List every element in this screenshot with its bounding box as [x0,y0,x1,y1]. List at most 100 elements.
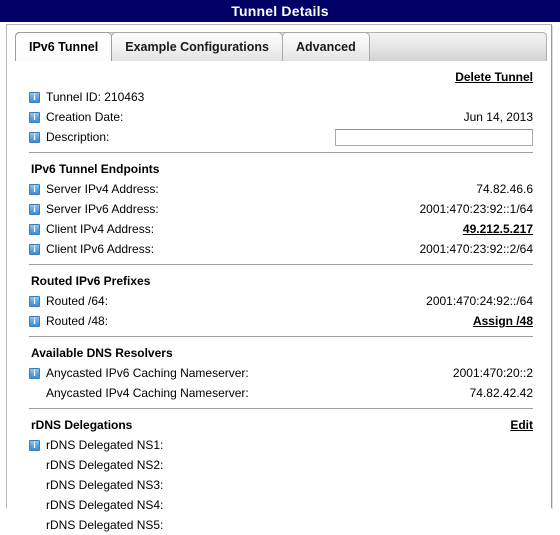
main-panel: IPv6 Tunnel Example Configurations Advance… [6,24,552,508]
section-rdns-delegations: rDNS DelegationsEditrDNS Delegated NS1:r… [29,408,533,535]
section-ipv6-tunnel-endpoints: IPv6 Tunnel Endpoints Server IPv4 Address… [29,152,533,259]
edit-link[interactable]: Edit [510,418,533,432]
tunnel-details-window: Tunnel Details IPv6 Tunnel Example Config… [0,0,560,514]
ipv6-part: 92 [490,242,503,256]
label-text: rDNS Delegated NS4: [46,498,163,512]
row-label-rdns-ns1: rDNS Delegated NS1: [29,438,163,452]
window-title: Tunnel Details [231,3,328,19]
row-client-ipv6-address: Client IPv6 Address: 2001:470:23:92::2/64 [29,239,533,259]
delete-tunnel-link[interactable]: Delete Tunnel [455,70,533,84]
label-text: rDNS Delegated NS5: [46,518,163,532]
ipv6-part: 23 [473,242,486,256]
tab-ipv6-tunnel[interactable]: IPv6 Tunnel [15,32,112,61]
section-title-text: Available DNS Resolvers [31,346,173,360]
tab-label: Example Configurations [125,40,269,54]
row-label-anycast-ipv4-nameserver: Anycasted IPv4 Caching Nameserver: [29,386,249,400]
info-icon[interactable] [29,92,40,103]
label-text: Description: [46,130,109,144]
section-title-text: Routed IPv6 Prefixes [31,274,150,288]
row-label-anycast-ipv6-nameserver: Anycasted IPv6 Caching Nameserver: [29,366,249,380]
routed-48-link[interactable]: Assign /48 [473,314,533,328]
ipv6-part: 470 [450,202,470,216]
label-text: rDNS Delegated NS1: [46,438,163,452]
ipv6-part: 92 [490,202,503,216]
tab-label: Advanced [296,40,356,54]
row-label-routed-64: Routed /64: [29,294,108,308]
tab-advanced[interactable]: Advanced [282,32,370,61]
row-label-rdns-ns2: rDNS Delegated NS2: [29,458,163,472]
row-value-routed-64[interactable]: 2001:470:24:92::/64 [426,294,533,308]
row-tunnel-id: Tunnel ID: 210463 [29,87,533,107]
ipv6-part: 470 [450,242,470,256]
section-title-text: IPv6 Tunnel Endpoints [31,162,159,176]
ipv6-part: 2001 [419,202,446,216]
label-text: Creation Date: [46,110,123,124]
row-client-ipv4-address: Client IPv4 Address: 49.212.5.217 [29,219,533,239]
info-icon[interactable] [29,316,40,327]
section-header-available-dns-resolvers: Available DNS Resolvers [29,342,533,363]
info-icon[interactable] [29,132,40,143]
section-header-routed-ipv6-prefixes: Routed IPv6 Prefixes [29,270,533,291]
row-server-ipv4-address: Server IPv4 Address:74.82.46.6 [29,179,533,199]
label-text: Routed /64: [46,294,108,308]
row-routed-64: Routed /64: 2001:470:24:92::/64 [29,291,533,311]
row-value-server-ipv6-address[interactable]: 2001:470:23:92::1/64 [419,202,533,216]
row-value-anycast-ipv6-nameserver: 2001:470:20::2 [453,366,533,380]
row-label-server-ipv6-address: Server IPv6 Address: [29,202,159,216]
section-tunnel-info: Delete Tunnel Tunnel ID: 210463 Creation D… [29,61,533,147]
row-label-routed-48: Routed /48: [29,314,108,328]
tab-example-configurations[interactable]: Example Configurations [111,32,283,61]
row-label-rdns-ns3: rDNS Delegated NS3: [29,478,163,492]
description-input[interactable] [335,129,533,146]
row-label-client-ipv6-address: Client IPv6 Address: [29,242,154,256]
row-label-client-ipv4-address: Client IPv4 Address: [29,222,154,236]
row-server-ipv6-address: Server IPv6 Address: 2001:470:23:92::1/64 [29,199,533,219]
info-icon[interactable] [29,184,40,195]
ipv6-part: 92 [496,294,509,308]
row-rdns-ns3: rDNS Delegated NS3: [29,475,533,495]
info-icon[interactable] [29,204,40,215]
row-value-anycast-ipv4-nameserver: 74.82.42.42 [470,386,533,400]
row-label-rdns-ns5: rDNS Delegated NS5: [29,518,163,532]
row-rdns-ns1: rDNS Delegated NS1: [29,435,533,455]
ipv6-part: 2001 [426,294,453,308]
row-rdns-ns2: rDNS Delegated NS2: [29,455,533,475]
row-label-server-ipv4-address: Server IPv4 Address: [29,182,159,196]
row-value-client-ipv4-address[interactable]: 49.212.5.217 [463,222,533,236]
ipv6-part: 2/64 [510,242,533,256]
row-creation-date: Creation Date: Jun 14, 2013 [29,107,533,127]
tab-label: IPv6 Tunnel [29,40,98,54]
section-header-ipv6-tunnel-endpoints: IPv6 Tunnel Endpoints [29,158,533,179]
section-routed-ipv6-prefixes: Routed IPv6 Prefixes Routed /64: 2001:470:… [29,264,533,331]
row-value-client-ipv6-address[interactable]: 2001:470:23:92::2/64 [419,242,533,256]
info-icon[interactable] [29,224,40,235]
info-icon[interactable] [29,440,40,451]
ipv6-part: /64 [516,294,533,308]
section-header-tunnel-info: Delete Tunnel [29,66,533,87]
window-titlebar: Tunnel Details [0,0,560,22]
ipv6-part: 1/64 [510,202,533,216]
label-text: rDNS Delegated NS2: [46,458,163,472]
row-value-description[interactable] [335,129,533,146]
row-anycast-ipv6-nameserver: Anycasted IPv6 Caching Nameserver: 2001:4… [29,363,533,383]
info-icon[interactable] [29,296,40,307]
info-icon[interactable] [29,112,40,123]
ipv6-part: 470 [456,294,476,308]
info-icon[interactable] [29,368,40,379]
tab-content-ipv6-tunnel: Delete Tunnel Tunnel ID: 210463 Creation D… [7,61,551,535]
row-anycast-ipv4-nameserver: Anycasted IPv4 Caching Nameserver: 74.82.… [29,383,533,403]
row-label-creation-date: Creation Date: [29,110,123,124]
value-text: 74.82.42.42 [470,386,533,400]
row-label-tunnel-id: Tunnel ID: 210463 [29,90,144,104]
info-icon[interactable] [29,244,40,255]
label-text: Anycasted IPv6 Caching Nameserver: [46,366,249,380]
row-label-rdns-ns4: rDNS Delegated NS4: [29,498,163,512]
tab-bar: IPv6 Tunnel Example Configurations Advance… [15,31,547,61]
ipv6-part: 2001 [419,242,446,256]
client-ipv4-address-link[interactable]: 49.212.5.217 [463,222,533,236]
ipv6-part: 24 [480,294,493,308]
value-text: 2001:470:20::2 [453,366,533,380]
row-routed-48: Routed /48: Assign /48 [29,311,533,331]
row-value-routed-48[interactable]: Assign /48 [473,314,533,328]
row-value-creation-date: Jun 14, 2013 [464,110,533,124]
